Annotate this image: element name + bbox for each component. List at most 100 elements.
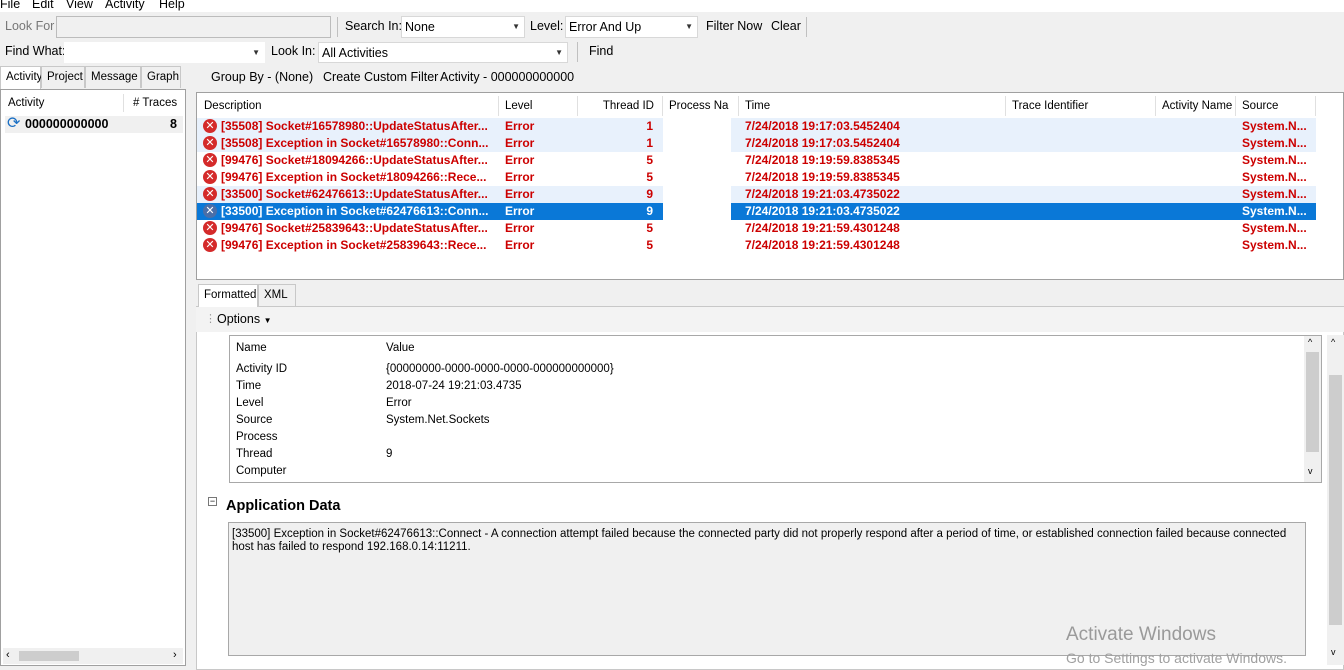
property-value: 2018-07-24 19:21:03.4735 xyxy=(386,380,522,392)
property-name: Level xyxy=(236,397,264,409)
column-header-activity-name[interactable]: Activity Name xyxy=(1156,96,1236,116)
column-header-time[interactable]: Time xyxy=(739,96,1006,116)
table-row[interactable]: [33500] Socket#62476613::UpdateStatusAft… xyxy=(197,186,1317,203)
cell-trace-identifier xyxy=(1006,152,1236,169)
tab-message[interactable]: Message xyxy=(85,66,141,88)
error-icon: ✕ xyxy=(203,187,217,201)
tab-xml[interactable]: XML xyxy=(258,284,296,306)
group-by-button[interactable]: Group By - (None) xyxy=(211,70,313,84)
search-in-combo[interactable]: None ▼ xyxy=(401,16,525,38)
column-header-description[interactable]: Description xyxy=(198,96,499,116)
cell-trace-identifier xyxy=(1006,135,1236,152)
clear-button[interactable]: Clear xyxy=(771,19,801,33)
error-icon: ✕ xyxy=(203,221,217,235)
cell-time: 7/24/2018 19:19:59.8385345 xyxy=(745,170,900,184)
look-in-value: All Activities xyxy=(322,46,388,60)
level-combo[interactable]: Error And Up ▼ xyxy=(565,16,698,38)
find-what-combo[interactable]: ▼ xyxy=(64,42,265,63)
tab-formatted[interactable]: Formatted xyxy=(198,284,258,307)
filter-now-button[interactable]: Filter Now xyxy=(706,19,762,33)
table-row[interactable]: [99476] Exception in Socket#18094266::Re… xyxy=(197,169,1317,186)
table-row[interactable]: [99476] Socket#25839643::UpdateStatusAft… xyxy=(197,220,1317,237)
property-name: Time xyxy=(236,380,262,392)
column-header-process-name[interactable]: Process Na xyxy=(663,96,739,116)
property-name: Activity ID xyxy=(236,363,288,375)
cell-source: System.N... xyxy=(1236,203,1316,220)
error-icon: ✕ xyxy=(203,204,217,218)
cell-process-name xyxy=(663,186,731,203)
level-label: Level: xyxy=(530,19,564,33)
cell-thread-id: 5 xyxy=(646,153,653,167)
grip-icon: ⋮ xyxy=(205,313,216,325)
scroll-left-icon[interactable]: ‹ xyxy=(6,649,10,661)
current-activity-label: Activity - 000000000000 xyxy=(440,70,575,84)
cell-process-name xyxy=(663,152,731,169)
table-row[interactable]: [35508] Socket#16578980::UpdateStatusAft… xyxy=(197,118,1317,135)
cell-level: Error xyxy=(498,203,578,220)
cell-description: [35508] Exception in Socket#16578980::Co… xyxy=(197,135,498,152)
name-column-header: Name xyxy=(236,342,267,354)
property-value: {00000000-0000-0000-0000-000000000000} xyxy=(386,363,614,375)
scroll-right-icon[interactable]: › xyxy=(173,649,177,661)
cell-process-name xyxy=(663,237,731,254)
cell-thread-id: 9 xyxy=(578,203,663,220)
find-button[interactable]: Find xyxy=(589,44,613,58)
scroll-thumb[interactable] xyxy=(1329,375,1342,625)
cell-process-name xyxy=(663,203,731,220)
property-name: Computer xyxy=(236,465,287,477)
menu-view[interactable]: View xyxy=(66,0,93,11)
options-label: Options xyxy=(217,312,261,326)
activity-name: 000000000000 xyxy=(25,117,109,131)
menu-file[interactable]: File xyxy=(0,0,20,11)
traces-column-header[interactable]: # Traces xyxy=(133,97,177,109)
scroll-up-icon[interactable]: ^ xyxy=(1308,337,1312,347)
property-value: 9 xyxy=(386,448,393,460)
property-value: Error xyxy=(386,397,412,409)
scroll-thumb[interactable] xyxy=(19,651,79,661)
table-row[interactable]: [35508] Exception in Socket#16578980::Co… xyxy=(197,135,1317,152)
cell-level: Error xyxy=(498,186,578,203)
activate-windows-watermark: Activate Windows xyxy=(1066,624,1216,645)
cell-source: System.N... xyxy=(1236,118,1316,135)
menu-help[interactable]: Help xyxy=(159,0,185,11)
cell-trace-identifier xyxy=(1006,169,1236,186)
properties-scrollbar[interactable]: ^ v xyxy=(1304,336,1321,482)
menu-activity[interactable]: Activity xyxy=(105,0,145,11)
scroll-thumb[interactable] xyxy=(1306,352,1319,452)
create-custom-filter-button[interactable]: Create Custom Filter xyxy=(323,70,438,84)
column-header-level[interactable]: Level xyxy=(499,96,578,116)
tab-project[interactable]: Project xyxy=(41,66,85,88)
cell-level: Error xyxy=(498,135,578,152)
look-for-input[interactable] xyxy=(56,16,331,38)
chevron-down-icon: ▼ xyxy=(252,48,260,57)
column-header-thread-id[interactable]: Thread ID xyxy=(578,96,663,116)
cell-description: [99476] Exception in Socket#25839643::Re… xyxy=(221,238,487,252)
collapse-icon[interactable]: − xyxy=(208,497,217,506)
look-in-combo[interactable]: All Activities ▼ xyxy=(318,42,568,63)
cell-thread-id: 5 xyxy=(646,238,653,252)
cell-time: 7/24/2018 19:21:59.4301248 xyxy=(745,221,900,235)
activity-column-header[interactable]: Activity xyxy=(8,97,44,109)
cell-source: System.N... xyxy=(1242,170,1307,184)
horizontal-scrollbar[interactable]: ‹ › xyxy=(3,648,183,664)
find-what-label: Find What: xyxy=(5,44,66,58)
property-name: Source xyxy=(236,414,273,426)
error-icon: ✕ xyxy=(203,153,217,167)
table-row[interactable]: [99476] Exception in Socket#25839643::Re… xyxy=(197,237,1317,254)
tab-activity[interactable]: Activity xyxy=(0,66,42,89)
column-header-trace-identifier[interactable]: Trace Identifier xyxy=(1006,96,1156,116)
search-in-value: None xyxy=(405,20,435,34)
look-in-label: Look In: xyxy=(271,44,316,58)
column-header-source[interactable]: Source xyxy=(1236,96,1316,116)
table-row[interactable]: [99476] Socket#18094266::UpdateStatusAft… xyxy=(197,152,1317,169)
cell-source: System.N... xyxy=(1242,238,1307,252)
menu-edit[interactable]: Edit xyxy=(32,0,54,11)
table-row[interactable]: [33500] Exception in Socket#62476613::Co… xyxy=(197,203,1317,220)
scroll-down-icon[interactable]: v xyxy=(1308,466,1313,476)
options-button[interactable]: Options ▼ xyxy=(217,312,272,326)
tab-graph[interactable]: Graph xyxy=(141,66,181,88)
scroll-up-icon[interactable]: ^ xyxy=(1331,337,1335,347)
scroll-down-icon[interactable]: v xyxy=(1331,647,1336,657)
detail-scrollbar[interactable]: ^ v xyxy=(1327,335,1344,665)
list-item[interactable]: ⟳ 000000000000 8 xyxy=(5,116,183,133)
